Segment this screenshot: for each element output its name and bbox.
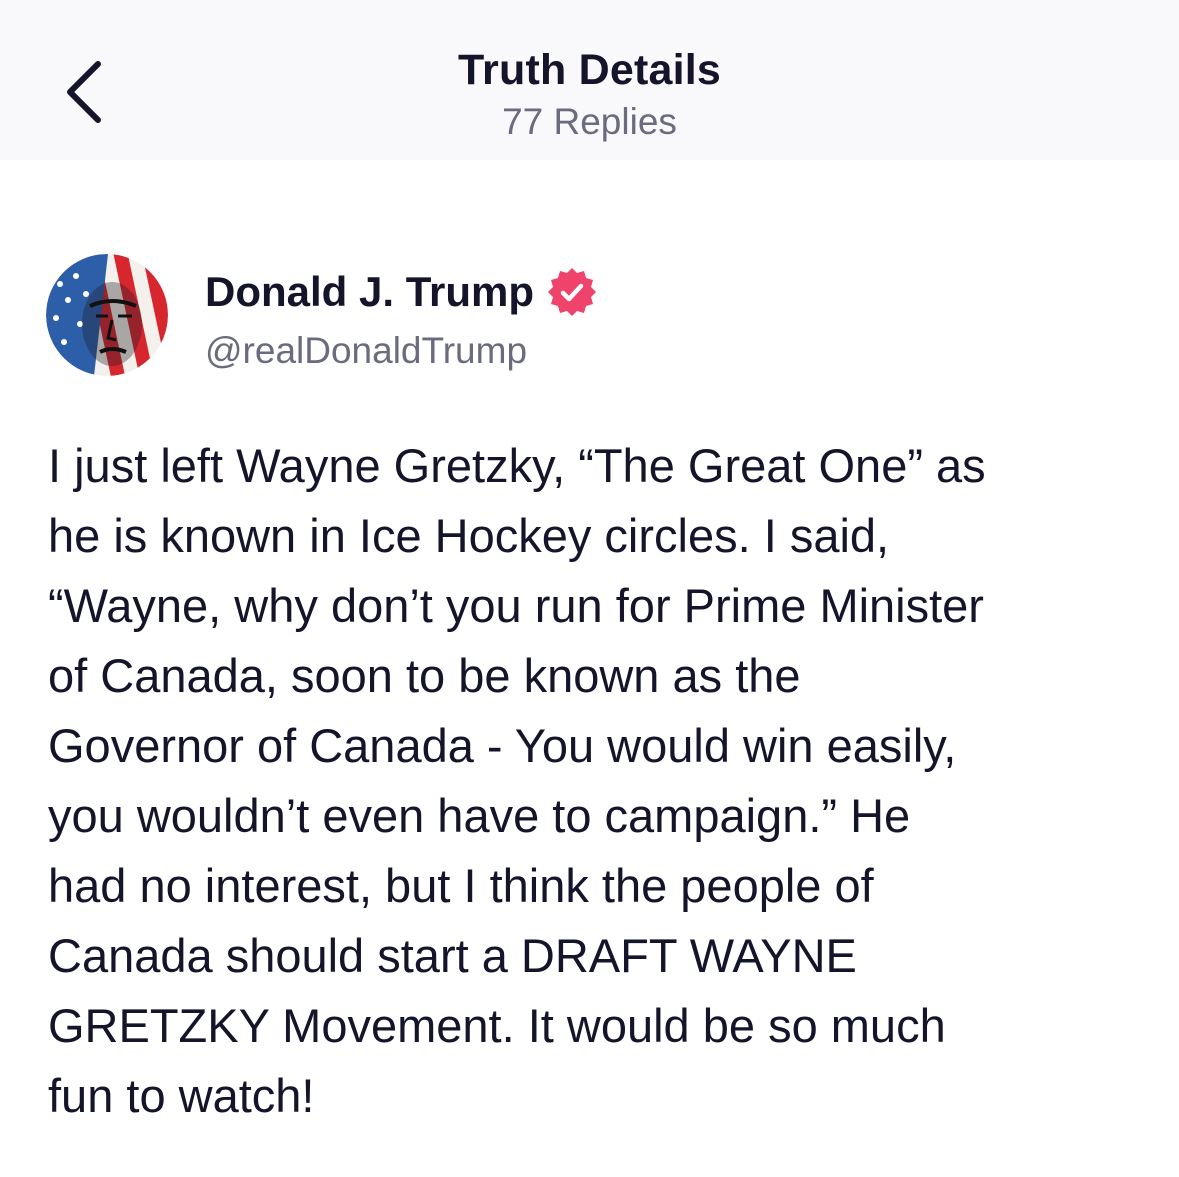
page-title: Truth Details <box>457 46 722 94</box>
post-line: had no interest, but I think the people … <box>48 859 874 912</box>
author-handle[interactable]: @realDonaldTrump <box>205 330 527 372</box>
avatar-image <box>46 254 168 376</box>
post-line: of Canada, soon to be known as the <box>48 649 801 702</box>
post-line: Canada should start a DRAFT WAYNE <box>48 929 857 982</box>
post-line: you wouldn’t even have to campaign.” He <box>48 789 911 842</box>
post-line: fun to watch! <box>48 1069 315 1122</box>
post-line: GRETZKY Movement. It would be so much <box>48 999 946 1052</box>
author-row: Donald J. Trump <box>205 266 598 318</box>
top-bar: Truth Details 77 Replies <box>0 0 1179 160</box>
post-line: “Wayne, why don’t you run for Prime Mini… <box>48 579 984 632</box>
post-line: Governor of Canada - You would win easil… <box>48 719 957 772</box>
replies-count: 77 Replies <box>502 101 677 142</box>
author-name[interactable]: Donald J. Trump <box>205 268 534 316</box>
avatar[interactable] <box>46 254 168 376</box>
post-line: I just left Wayne Gretzky, “The Great On… <box>48 439 986 492</box>
verified-badge-icon <box>546 266 598 318</box>
post-line: he is known in Ice Hockey circles. I sai… <box>48 509 890 562</box>
post-text: I just left Wayne Gretzky, “The Great On… <box>48 431 1138 1131</box>
